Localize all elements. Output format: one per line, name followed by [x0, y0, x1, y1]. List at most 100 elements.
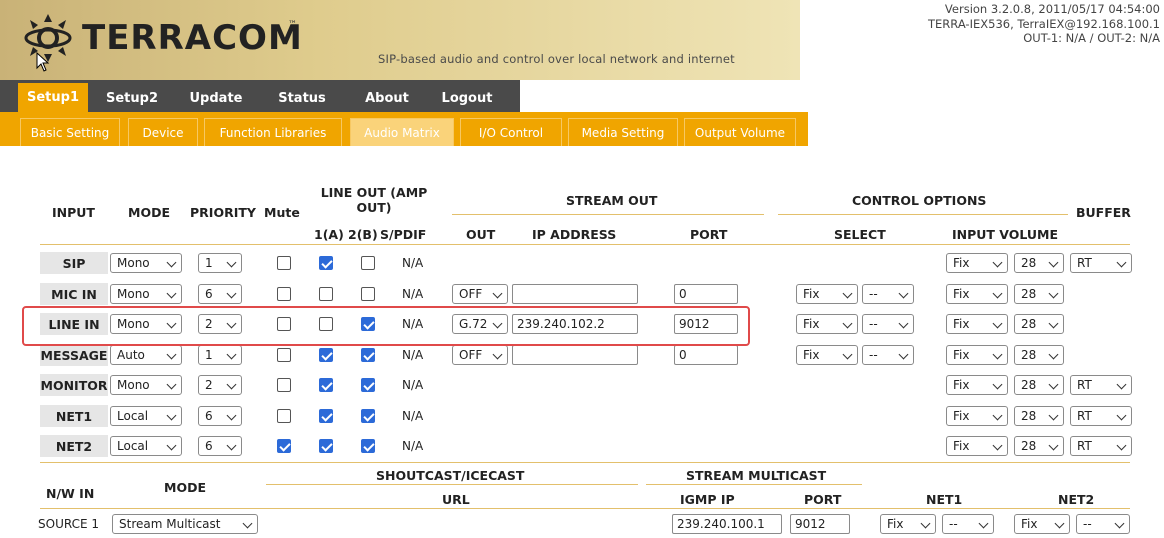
- source-1-net1-select-a[interactable]: Fix: [880, 514, 936, 534]
- priority-select[interactable]: 2: [198, 375, 242, 395]
- lineout-2-checkbox[interactable]: [361, 378, 375, 392]
- mode-select[interactable]: Mono: [110, 375, 182, 395]
- mute-checkbox[interactable]: [277, 409, 291, 423]
- input-volume-level-select[interactable]: 28: [1014, 314, 1064, 334]
- subtab-output-volume[interactable]: Output Volume: [684, 118, 796, 146]
- lineout-1-checkbox[interactable]: [319, 287, 333, 301]
- tab-about[interactable]: About: [352, 85, 422, 112]
- lineout-2-checkbox[interactable]: [361, 348, 375, 362]
- stream-out-select[interactable]: OFF: [452, 284, 508, 304]
- mute-checkbox[interactable]: [277, 378, 291, 392]
- select-value: 2: [205, 378, 213, 392]
- nw-port-header: PORT: [804, 492, 842, 507]
- priority-select[interactable]: 1: [198, 345, 242, 365]
- tab-logout[interactable]: Logout: [432, 85, 502, 112]
- lineout-2-checkbox[interactable]: [361, 287, 375, 301]
- tab-status[interactable]: Status: [266, 85, 338, 112]
- source-1-net2-select-a[interactable]: Fix: [1014, 514, 1070, 534]
- mode-select[interactable]: Mono: [110, 253, 182, 273]
- subtab-device[interactable]: Device: [128, 118, 198, 146]
- subtab-media-setting[interactable]: Media Setting: [568, 118, 678, 146]
- priority-select[interactable]: 1: [198, 253, 242, 273]
- source-1-net1-select-b[interactable]: --: [942, 514, 994, 534]
- select-value: Auto: [117, 348, 145, 362]
- select-value: Fix: [803, 317, 820, 331]
- mode-select[interactable]: Local: [110, 436, 182, 456]
- control-select-a[interactable]: Fix: [796, 314, 858, 334]
- lineout-1-checkbox[interactable]: [319, 256, 333, 270]
- col-lineout-header: LINE OUT (AMP OUT): [320, 185, 428, 215]
- lineout-1-checkbox[interactable]: [319, 409, 333, 423]
- control-select-b[interactable]: --: [862, 314, 914, 334]
- buffer-select[interactable]: RT: [1070, 253, 1132, 273]
- mode-select[interactable]: Local: [110, 406, 182, 426]
- ip-address-input[interactable]: [512, 284, 638, 304]
- subtab-audio-matrix[interactable]: Audio Matrix: [350, 118, 454, 146]
- input-volume-select[interactable]: Fix: [946, 406, 1008, 426]
- select-value: 1: [205, 348, 213, 362]
- mute-checkbox[interactable]: [277, 348, 291, 362]
- input-volume-select[interactable]: Fix: [946, 436, 1008, 456]
- input-volume-level-select[interactable]: 28: [1014, 345, 1064, 365]
- divider: [778, 214, 1068, 215]
- mute-checkbox[interactable]: [277, 287, 291, 301]
- logo-area: TERRACOM ™ SIP-based audio and control o…: [0, 0, 800, 80]
- input-volume-level-select[interactable]: 28: [1014, 436, 1064, 456]
- input-volume-select[interactable]: Fix: [946, 314, 1008, 334]
- input-volume-select[interactable]: Fix: [946, 284, 1008, 304]
- mode-select[interactable]: Auto: [110, 345, 182, 365]
- lineout-1-checkbox[interactable]: [319, 378, 333, 392]
- input-volume-level-select[interactable]: 28: [1014, 284, 1064, 304]
- control-select-a[interactable]: Fix: [796, 284, 858, 304]
- lineout-2-checkbox[interactable]: [361, 439, 375, 453]
- control-select-b[interactable]: --: [862, 345, 914, 365]
- mute-checkbox[interactable]: [277, 256, 291, 270]
- chevron-down-icon: [898, 349, 909, 360]
- control-select-b[interactable]: --: [862, 284, 914, 304]
- priority-select[interactable]: 6: [198, 436, 242, 456]
- chevron-down-icon: [166, 288, 177, 299]
- subtab-function-libraries[interactable]: Function Libraries: [204, 118, 342, 146]
- input-volume-select[interactable]: Fix: [946, 253, 1008, 273]
- lineout-2-checkbox[interactable]: [361, 409, 375, 423]
- tab-setup2[interactable]: Setup2: [94, 85, 170, 112]
- port-input[interactable]: 0: [674, 345, 738, 365]
- input-volume-level-select[interactable]: 28: [1014, 406, 1064, 426]
- ip-address-input[interactable]: [512, 345, 638, 365]
- chevron-down-icon: [226, 410, 237, 421]
- source-1-igmp-ip-input[interactable]: 239.240.100.1: [672, 514, 782, 534]
- lineout-1-checkbox[interactable]: [319, 348, 333, 362]
- source-1-mode-select[interactable]: Stream Multicast: [112, 514, 258, 534]
- chevron-down-icon: [226, 349, 237, 360]
- input-volume-select[interactable]: Fix: [946, 375, 1008, 395]
- select-value: 28: [1021, 409, 1037, 423]
- input-volume-level-select[interactable]: 28: [1014, 375, 1064, 395]
- lineout-2-checkbox[interactable]: [361, 256, 375, 270]
- input-volume-select[interactable]: Fix: [946, 345, 1008, 365]
- tab-setup1[interactable]: Setup1: [18, 83, 88, 112]
- subtab-basic-setting[interactable]: Basic Setting: [20, 118, 120, 146]
- select-value: Local: [117, 439, 149, 453]
- buffer-select[interactable]: RT: [1070, 406, 1132, 426]
- mode-select[interactable]: Mono: [110, 284, 182, 304]
- select-value: Fix: [887, 517, 904, 531]
- col-ip-header: IP ADDRESS: [532, 227, 617, 242]
- col-lineout-2-header: 2(B): [348, 227, 378, 242]
- mute-checkbox[interactable]: [277, 439, 291, 453]
- buffer-select[interactable]: RT: [1070, 436, 1132, 456]
- col-spdif-header: S/PDIF: [380, 227, 427, 242]
- control-select-a[interactable]: Fix: [796, 345, 858, 365]
- buffer-select[interactable]: RT: [1070, 375, 1132, 395]
- chevron-down-icon: [1116, 410, 1127, 421]
- select-value: Fix: [803, 348, 820, 362]
- lineout-1-checkbox[interactable]: [319, 439, 333, 453]
- priority-select[interactable]: 6: [198, 284, 242, 304]
- port-input[interactable]: 0: [674, 284, 738, 304]
- stream-out-select[interactable]: OFF: [452, 345, 508, 365]
- source-1-net2-select-b[interactable]: --: [1076, 514, 1130, 534]
- source-1-port-input[interactable]: 9012: [790, 514, 850, 534]
- priority-select[interactable]: 6: [198, 406, 242, 426]
- tab-update[interactable]: Update: [176, 85, 256, 112]
- input-volume-level-select[interactable]: 28: [1014, 253, 1064, 273]
- subtab-io-control[interactable]: I/O Control: [460, 118, 562, 146]
